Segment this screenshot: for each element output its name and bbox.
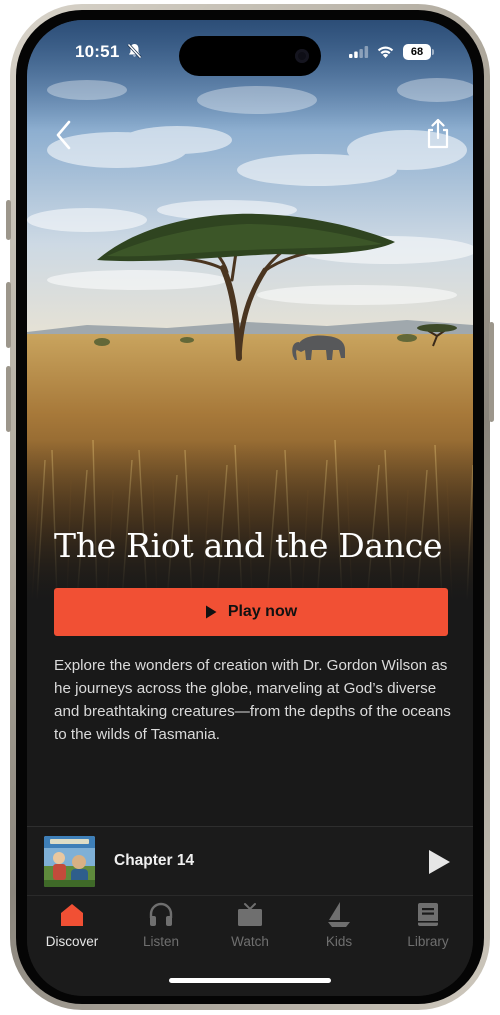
battery-indicator: 68 [403,44,431,60]
page-title: The Riot and the Dance [54,526,443,565]
savanna-image [27,20,473,600]
mini-player-title[interactable]: Chapter 14 [114,852,194,870]
volume-down-button [6,366,11,432]
status-time: 10:51 [75,42,120,61]
album-art-image [44,836,95,887]
share-icon [427,118,449,149]
tab-label: Kids [325,934,353,949]
battery-tip [432,49,434,55]
tab-label: Discover [45,934,99,949]
bell-slash-icon [127,43,142,59]
tab-kids[interactable]: Kids [294,896,384,956]
share-button[interactable] [421,116,455,152]
dynamic-island [179,36,321,76]
volume-up-button [6,282,11,348]
mini-player[interactable]: Chapter 14 [27,827,473,895]
tab-library[interactable]: Library [383,896,473,956]
description: Explore the wonders of creation with Dr.… [54,657,451,743]
home-indicator [169,978,331,983]
screen: 10:51 68 The Riot and the Dance Play now… [27,20,473,996]
back-button[interactable] [49,118,79,152]
tab-label: Library [407,934,449,949]
tab-label: Listen [142,934,180,949]
tab-discover[interactable]: Discover [27,896,117,956]
tv-icon [238,903,262,926]
play-icon [429,850,450,874]
play-now-label: Play now [227,603,298,620]
headphones-icon [149,902,173,926]
book-icon [418,903,438,926]
status-bar: 10:51 68 [27,20,473,76]
tab-listen[interactable]: Listen [116,896,206,956]
home-icon [61,904,83,926]
play-icon [205,605,217,619]
chevron-left-icon [56,120,71,150]
front-camera [295,49,309,63]
sailboat-icon [328,902,350,927]
play-now-button[interactable]: Play now [54,588,448,636]
tab-label: Watch [231,934,269,949]
mini-player-play-button[interactable] [425,847,453,877]
cellular-signal-icon [349,46,369,58]
mini-player-artwork[interactable] [44,836,95,887]
power-button [489,322,494,422]
tab-watch[interactable]: Watch [205,896,295,956]
hero-image [27,20,473,600]
wifi-icon [377,46,394,58]
action-button [6,200,11,240]
